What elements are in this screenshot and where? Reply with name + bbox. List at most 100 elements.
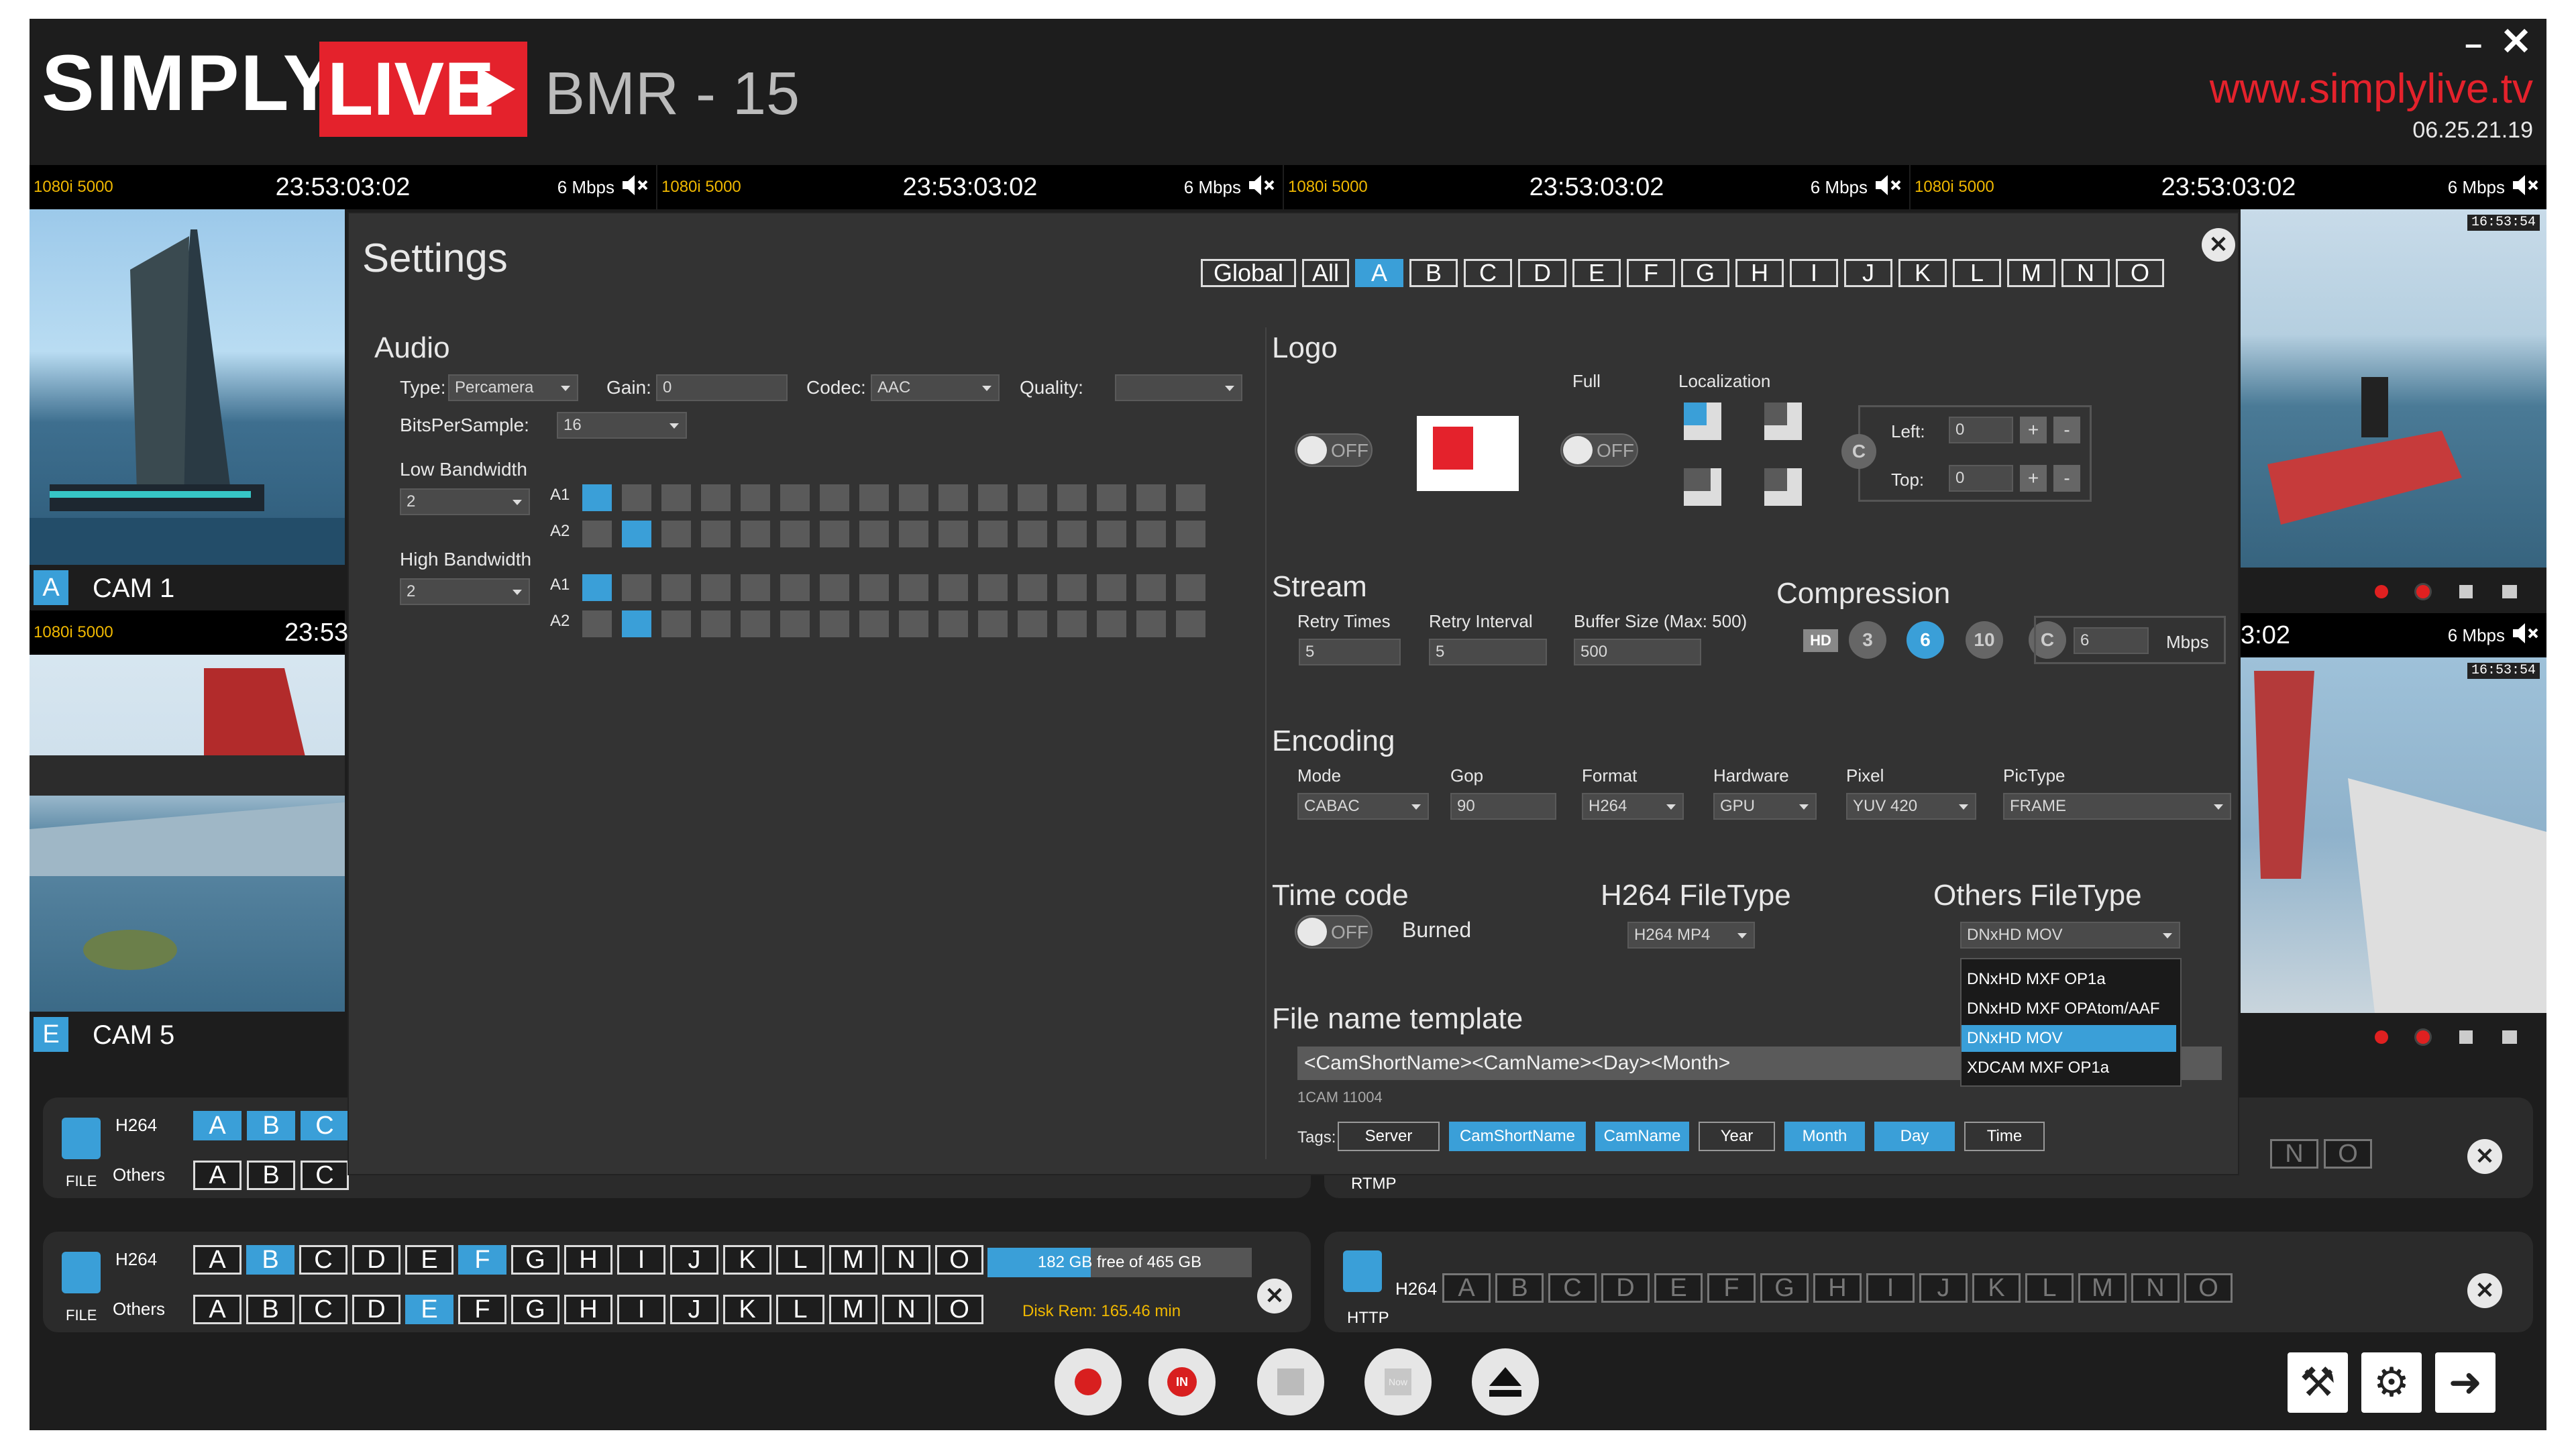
audio-channel-cell[interactable]	[1136, 610, 1166, 637]
filetype-option[interactable]: DNxHD MXF OPAtom/AAF	[1962, 996, 2176, 1022]
h264-filetype-dropdown[interactable]: H264 MP4	[1627, 922, 1755, 949]
h264-letter-n[interactable]: N	[882, 1245, 930, 1275]
remove-recorder-button[interactable]: ✕	[2467, 1273, 2502, 1308]
audio-channel-cell[interactable]	[899, 574, 928, 601]
http-letter-h[interactable]: H	[1813, 1273, 1862, 1303]
http-letter-m[interactable]: M	[2078, 1273, 2127, 1303]
retry-interval-input[interactable]: 5	[1429, 639, 1547, 665]
others-letter-a[interactable]: A	[193, 1161, 241, 1190]
audio-channel-cell[interactable]	[978, 521, 1008, 547]
record-dot-icon[interactable]	[2375, 585, 2388, 598]
top-minus-button[interactable]: -	[2053, 465, 2080, 492]
h264-letter-e[interactable]: E	[405, 1245, 453, 1275]
audio-channel-cell[interactable]	[661, 574, 691, 601]
tab-i[interactable]: I	[1790, 259, 1838, 287]
compression-option-10[interactable]: 10	[1966, 621, 2003, 659]
rtmp-letter-n[interactable]: N	[2270, 1139, 2318, 1169]
camera-video-a[interactable]	[30, 209, 345, 565]
mute-icon[interactable]	[1873, 170, 1902, 200]
tab-j[interactable]: J	[1844, 259, 1892, 287]
audio-channel-cell[interactable]	[978, 484, 1008, 511]
mute-icon[interactable]	[2510, 619, 2540, 648]
audio-channel-cell[interactable]	[1136, 521, 1166, 547]
audio-channel-cell[interactable]	[820, 574, 849, 601]
filetype-option[interactable]: XDCAM MXF OP1a	[1962, 1055, 2176, 1081]
audio-channel-cell[interactable]	[622, 574, 651, 601]
audio-channel-cell[interactable]	[780, 484, 810, 511]
audio-channel-cell[interactable]	[1057, 521, 1087, 547]
audio-channel-cell[interactable]	[780, 574, 810, 601]
left-minus-button[interactable]: -	[2053, 417, 2080, 443]
http-letter-b[interactable]: B	[1495, 1273, 1544, 1303]
audio-channel-cell[interactable]	[661, 521, 691, 547]
high-bandwidth-dropdown[interactable]: 2	[400, 578, 530, 605]
now-square-icon[interactable]	[2502, 1030, 2517, 1044]
logo-preview[interactable]	[1417, 416, 1519, 491]
left-input[interactable]: 0	[1949, 417, 2013, 443]
record-button[interactable]	[1055, 1348, 1122, 1415]
tab-f[interactable]: F	[1627, 259, 1675, 287]
mute-icon[interactable]	[1246, 170, 1276, 200]
audio-channel-cell[interactable]	[1057, 610, 1087, 637]
http-letter-o[interactable]: O	[2184, 1273, 2233, 1303]
tag-server[interactable]: Server	[1338, 1122, 1440, 1151]
others-filetype-dropdown[interactable]: DNxHD MOV	[1960, 922, 2180, 949]
http-letter-f[interactable]: F	[1707, 1273, 1756, 1303]
now-button[interactable]: Now	[1364, 1348, 1432, 1415]
now-square-icon[interactable]	[2502, 585, 2517, 598]
camera-label-e[interactable]: E CAM 5	[30, 1012, 345, 1057]
audio-channel-cell[interactable]	[938, 521, 968, 547]
top-input[interactable]: 0	[1949, 465, 2013, 492]
audio-channel-cell[interactable]	[741, 574, 770, 601]
http-letter-n[interactable]: N	[2131, 1273, 2180, 1303]
others-letter-h[interactable]: H	[564, 1295, 612, 1324]
audio-channel-cell[interactable]	[1057, 484, 1087, 511]
camera-video-e[interactable]	[30, 655, 345, 1012]
audio-channel-cell[interactable]	[899, 610, 928, 637]
others-letter-k[interactable]: K	[723, 1295, 771, 1324]
audio-channel-cell[interactable]	[741, 610, 770, 637]
h264-letter-b[interactable]: B	[246, 1245, 294, 1275]
codec-dropdown[interactable]: AAC	[871, 374, 1000, 401]
audio-channel-cell[interactable]	[622, 484, 651, 511]
quality-dropdown[interactable]	[1115, 374, 1242, 401]
pictype-dropdown[interactable]: FRAME	[2003, 793, 2231, 820]
tab-d[interactable]: D	[1518, 259, 1566, 287]
http-letter-a[interactable]: A	[1442, 1273, 1491, 1303]
mute-icon[interactable]	[620, 170, 649, 200]
tag-month[interactable]: Month	[1784, 1122, 1865, 1151]
others-letter-c[interactable]: C	[301, 1161, 349, 1190]
audio-channel-cell[interactable]	[582, 574, 612, 601]
position-bottom-right[interactable]	[1764, 468, 1802, 506]
audio-channel-cell[interactable]	[938, 610, 968, 637]
in-dot-icon[interactable]	[2416, 1030, 2430, 1044]
tab-n[interactable]: N	[2061, 259, 2110, 287]
audio-channel-cell[interactable]	[1097, 574, 1126, 601]
others-letter-i[interactable]: I	[617, 1295, 665, 1324]
audio-channel-cell[interactable]	[1097, 484, 1126, 511]
tab-o[interactable]: O	[2116, 259, 2164, 287]
others-letter-n[interactable]: N	[882, 1295, 930, 1324]
website-link[interactable]: www.simplylive.tv	[2210, 66, 2533, 113]
mode-dropdown[interactable]: CABAC	[1297, 793, 1429, 820]
h264-letter-l[interactable]: L	[776, 1245, 824, 1275]
audio-channel-cell[interactable]	[859, 574, 889, 601]
audio-channel-cell[interactable]	[1018, 521, 1047, 547]
filetype-option[interactable]: DNxHD MXF OP1a	[1962, 966, 2176, 993]
custom-bitrate-input[interactable]: 6	[2074, 627, 2149, 654]
h264-letter-a[interactable]: A	[193, 1111, 241, 1140]
http-letter-l[interactable]: L	[2025, 1273, 2074, 1303]
http-letter-i[interactable]: I	[1866, 1273, 1915, 1303]
others-letter-b[interactable]: B	[247, 1161, 295, 1190]
audio-channel-cell[interactable]	[661, 610, 691, 637]
audio-channel-cell[interactable]	[859, 484, 889, 511]
audio-channel-cell[interactable]	[582, 610, 612, 637]
audio-channel-cell[interactable]	[938, 484, 968, 511]
h264-letter-m[interactable]: M	[829, 1245, 877, 1275]
audio-channel-cell[interactable]	[820, 521, 849, 547]
h264-letter-a[interactable]: A	[193, 1245, 241, 1275]
http-letter-d[interactable]: D	[1601, 1273, 1650, 1303]
tab-k[interactable]: K	[1898, 259, 1947, 287]
audio-channel-cell[interactable]	[622, 521, 651, 547]
type-dropdown[interactable]: Percamera	[448, 374, 578, 401]
